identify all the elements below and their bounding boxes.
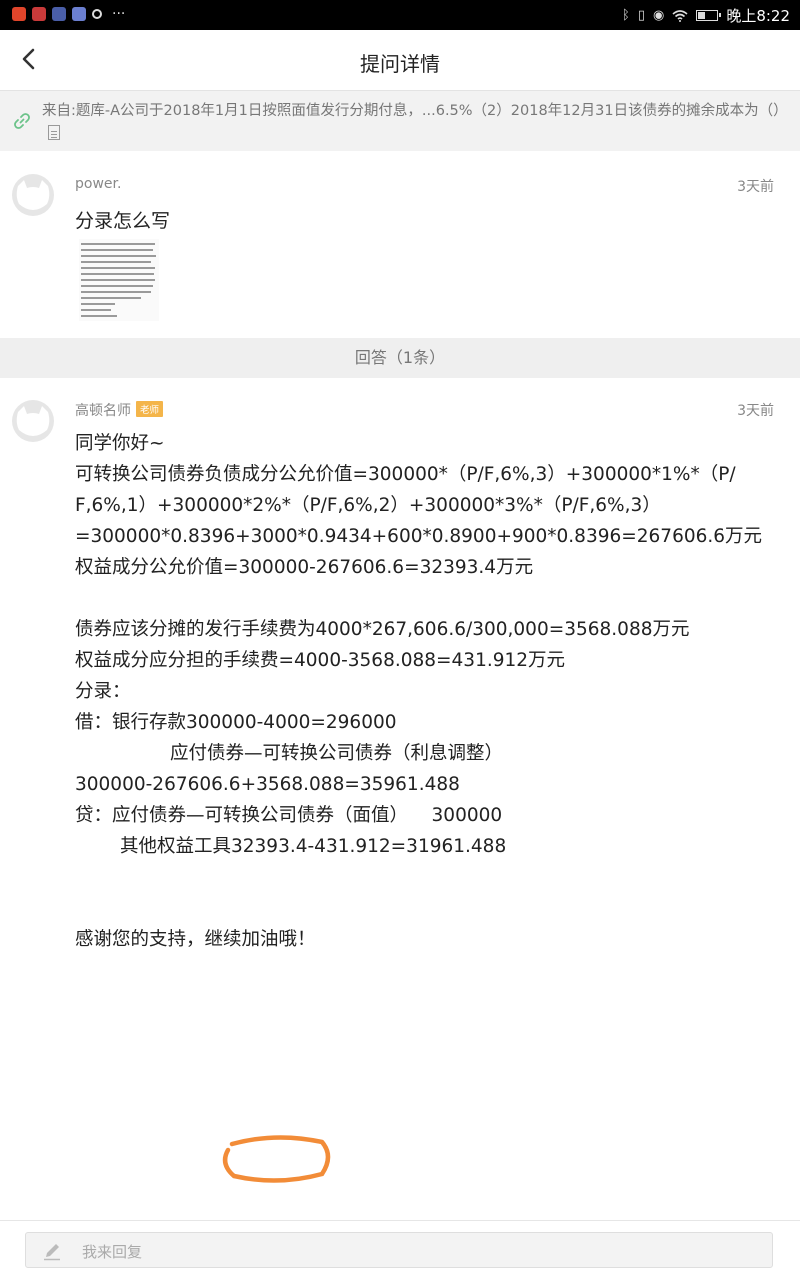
question-card: power. 3天前 分录怎么写	[0, 152, 800, 338]
music-app-icon	[72, 7, 86, 21]
answer-line: 300000-267606.6+3568.088=35961.488	[75, 774, 460, 795]
question-timestamp: 3天前	[737, 179, 774, 195]
eye-icon: ◉	[652, 8, 665, 23]
answer-line: 同学你好~	[75, 433, 165, 454]
source-reference[interactable]: 来自:题库-A公司于2018年1月1日按照面值发行分期付息，...6.5%（2）…	[0, 91, 800, 151]
link-icon	[14, 113, 30, 129]
battery-icon	[696, 10, 722, 21]
mail-app-icon	[52, 7, 66, 21]
answer-line: F,6%,1）+300000*2%*（P/F,6%,2）+300000*3%*（…	[75, 495, 661, 516]
clock: 晚上8:22	[726, 7, 790, 25]
circle-app-icon	[92, 9, 102, 19]
answer-timestamp: 3天前	[737, 403, 774, 419]
answer-line: 债券应该分摊的发行手续费为4000*267,606.6/300,000=3568…	[75, 619, 690, 640]
answer-line: 权益成分公允价值=300000-267606.6=32393.4万元	[75, 557, 534, 578]
nav-bar: 提问详情	[0, 30, 800, 91]
answer-card: 高顿名师 老师 3天前 同学你好~ 可转换公司债券负债成分公允价值=300000*…	[0, 378, 800, 1218]
answer-line: 借：银行存款300000-4000=296000	[75, 712, 397, 733]
pen-icon	[44, 1244, 60, 1261]
answers-count-header: 回答（1条）	[0, 338, 800, 378]
more-notifications-icon: ···	[112, 6, 126, 22]
reply-input[interactable]: 我来回复	[25, 1232, 773, 1268]
vibrate-icon: ▯	[637, 8, 645, 23]
bluetooth-icon: ᛒ	[622, 8, 630, 23]
answer-line: 应付债券—可转换公司债券（利息调整）	[170, 743, 504, 764]
avatar[interactable]	[12, 400, 54, 442]
source-text: 来自:题库-A公司于2018年1月1日按照面值发行分期付息，...6.5%（2）…	[42, 103, 788, 119]
question-text: 分录怎么写	[75, 210, 171, 232]
reply-placeholder: 我来回复	[82, 1243, 143, 1261]
wifi-icon	[672, 9, 688, 22]
answer-line: 可转换公司债券负债成分公允价值=300000*（P/F,6%,3）+300000…	[75, 464, 736, 485]
handwritten-circle-annotation	[222, 1135, 331, 1183]
notification-icons: ···	[12, 7, 125, 21]
answer-username[interactable]: 高顿名师	[75, 403, 131, 419]
answer-line: 其他权益工具32393.4-431.912=31961.488	[120, 836, 507, 857]
page-title: 提问详情	[360, 52, 440, 76]
status-bar: ··· ᛒ ▯ ◉ 晚上8:22	[0, 0, 800, 30]
question-username[interactable]: power.	[75, 176, 121, 192]
teacher-badge: 老师	[136, 401, 164, 417]
document-icon[interactable]	[48, 125, 60, 140]
question-image-thumbnail[interactable]	[79, 239, 159, 321]
answer-line: 分录：	[75, 681, 131, 702]
answer-line: 权益成分应分担的手续费=4000-3568.088=431.912万元	[75, 650, 566, 671]
reply-bar: 我来回复	[0, 1220, 800, 1281]
avatar[interactable]	[12, 174, 54, 216]
red-app-icon	[32, 7, 46, 21]
video-app-icon	[12, 7, 26, 21]
answer-line: =300000*0.8396+3000*0.9434+600*0.8900+90…	[75, 526, 763, 547]
answer-text: 同学你好~ 可转换公司债券负债成分公允价值=300000*（P/F,6%,3）+…	[75, 428, 775, 955]
answer-line: 贷：应付债券—可转换公司债券（面值） 300000	[75, 805, 503, 826]
answer-line: 感谢您的支持，继续加油哦！	[75, 929, 316, 950]
